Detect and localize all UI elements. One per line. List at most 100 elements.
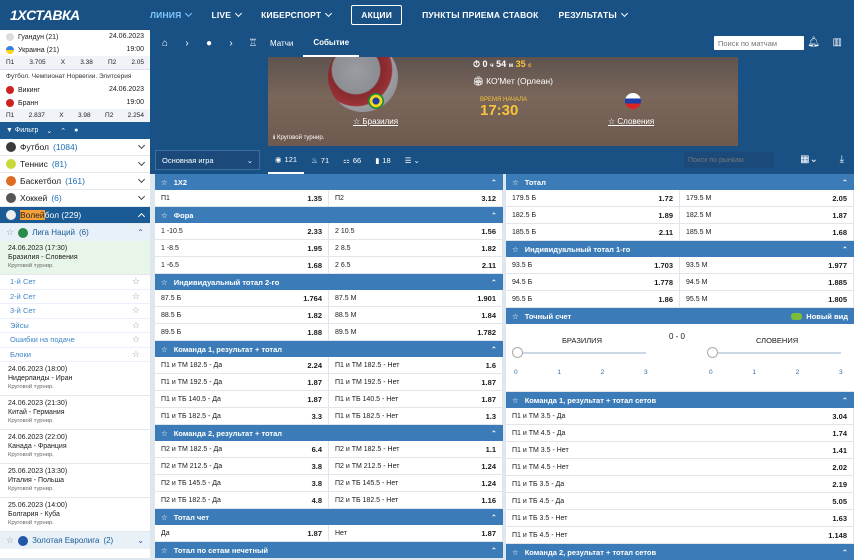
- mini-team[interactable]: Украина (21) 19:00: [0, 43, 150, 56]
- star-icon[interactable]: ☆: [132, 276, 140, 287]
- sport-item[interactable]: Баскетбол (161): [0, 173, 150, 190]
- odds-cell[interactable]: П1 и ТМ 182.5 - Нет 1.6: [329, 357, 503, 373]
- odds-cell[interactable]: 1 -6.5 1.68: [155, 257, 329, 273]
- team1-name[interactable]: ☆ Бразилия: [353, 117, 398, 126]
- odds-cell[interactable]: 179.5 М 2.05: [680, 190, 854, 206]
- sub-bet-item[interactable]: 1-й Сет ☆: [0, 275, 150, 290]
- star-icon[interactable]: ☆: [161, 513, 168, 522]
- odds-cell[interactable]: П1 и ТМ 4.5 - Да 1.74: [506, 425, 854, 441]
- odds-cell[interactable]: 94.5 М 1.885: [680, 274, 854, 290]
- stats-icon[interactable]: ▥: [833, 37, 842, 48]
- star-icon[interactable]: ☆: [512, 245, 519, 254]
- odd-value[interactable]: 2.254: [128, 112, 144, 119]
- odds-cell[interactable]: П2 и ТМ 182.5 - Да 6.4: [155, 441, 329, 457]
- star-icon[interactable]: ☆: [132, 305, 140, 316]
- chevron-up-icon[interactable]: ⌃: [491, 178, 497, 187]
- odds-cell[interactable]: 95.5 М 1.805: [680, 291, 854, 307]
- market-header[interactable]: ☆ Индивидуальный тотал 2-го ⌃: [155, 274, 503, 290]
- odds-cell[interactable]: П2 и ТМ 182.5 - Нет 1.1: [329, 441, 503, 457]
- star-icon[interactable]: ☆: [512, 396, 519, 405]
- chevron-up-icon[interactable]: ⌃: [842, 396, 848, 405]
- odd-value[interactable]: 2.05: [131, 59, 144, 66]
- odds-cell[interactable]: 179.5 Б 1.72: [506, 190, 680, 206]
- sub-bet-item[interactable]: Ошибки на подаче ☆: [0, 333, 150, 348]
- group-select[interactable]: Основная игра ⌄: [155, 150, 260, 170]
- search-matches-input[interactable]: [714, 36, 804, 50]
- star-icon[interactable]: ☆: [161, 429, 168, 438]
- sub-bet-item[interactable]: 2-й Сет ☆: [0, 290, 150, 304]
- collapse-icon[interactable]: ⌄: [46, 127, 52, 135]
- odds-cell[interactable]: Да 1.87: [155, 525, 329, 541]
- event-item[interactable]: 24.06.2023 (18:00) Нидерланды - Иран Круго…: [0, 362, 150, 396]
- event-item[interactable]: 25.06.2023 (14:00) Болгария - Куба Кругово…: [0, 498, 150, 532]
- odds-cell[interactable]: 87.5 М 1.901: [329, 290, 503, 306]
- odds-cell[interactable]: 89.5 М 1.782: [329, 324, 503, 340]
- odds-cell[interactable]: П2 и ТБ 145.5 - Да 3.8: [155, 475, 329, 491]
- star-icon[interactable]: ☆: [161, 278, 168, 287]
- team2-name[interactable]: ☆ Словения: [608, 117, 654, 126]
- trophy-icon[interactable]: ♖: [246, 38, 260, 49]
- star-icon[interactable]: ☆: [6, 227, 14, 238]
- star-icon[interactable]: ☆: [132, 349, 140, 360]
- odds-cell[interactable]: 93.5 Б 1.703: [506, 257, 680, 273]
- odds-cell[interactable]: 93.5 М 1.977: [680, 257, 854, 273]
- columns-icon[interactable]: ▦⌄: [800, 154, 818, 165]
- filter-icon[interactable]: ▼ Фильтр: [6, 127, 38, 134]
- filter-popular[interactable]: ♨ 71: [304, 146, 336, 174]
- market-header[interactable]: ☆ Тотал чет ⌃: [155, 509, 503, 525]
- mini-team[interactable]: Викинг 24.06.2023: [0, 83, 150, 96]
- odds-cell[interactable]: П1 и ТБ 182.5 - Нет 1.3: [329, 408, 503, 424]
- nav-item-1[interactable]: LIVE: [201, 0, 251, 30]
- filter-stats[interactable]: ▮ 18: [368, 146, 397, 174]
- tab-matches[interactable]: Матчи: [260, 30, 303, 57]
- filter-sets[interactable]: ⚏ 66: [336, 146, 368, 174]
- odds-cell[interactable]: 182.5 Б 1.89: [506, 207, 680, 223]
- star-icon[interactable]: ☆: [161, 546, 168, 555]
- market-header[interactable]: ☆ Команда 2, результат + тотал ⌃: [155, 425, 503, 441]
- chevron-up-icon[interactable]: ⌃: [491, 513, 497, 522]
- odds-cell[interactable]: П1 и ТМ 3.5 - Да 3.04: [506, 408, 854, 424]
- filter-bar[interactable]: ▼ Фильтр ⌄ ⌃ ●: [0, 122, 150, 139]
- odds-cell[interactable]: 88.5 М 1.84: [329, 307, 503, 323]
- market-header[interactable]: ☆ 1X2 ⌃: [155, 174, 503, 190]
- sport-volleyball[interactable]: Волейбол (229): [0, 207, 150, 224]
- sub-bet-item[interactable]: 3-й Сет ☆: [0, 304, 150, 319]
- odds-cell[interactable]: П1 и ТМ 192.5 - Да 1.87: [155, 374, 329, 390]
- market-header[interactable]: ☆ Точный счет Новый вид: [506, 308, 854, 324]
- odds-cell[interactable]: П2 и ТМ 212.5 - Нет 1.24: [329, 458, 503, 474]
- new-view-toggle[interactable]: Новый вид: [791, 312, 848, 321]
- odds-cell[interactable]: П1 и ТБ 3.5 - Нет 1.63: [506, 510, 854, 526]
- nav-item-2[interactable]: КИБЕРСПОРТ: [251, 0, 341, 30]
- score-slider-knob[interactable]: [512, 347, 523, 358]
- event-item[interactable]: 24.06.2023 (22:00) Канада - Франция Кругов…: [0, 430, 150, 464]
- league-gold-euroleague[interactable]: ☆ Золотая Евролига (2) ⌄: [0, 532, 150, 549]
- mini-team[interactable]: Бранн 19:00: [0, 96, 150, 109]
- odds-cell[interactable]: П2 и ТБ 182.5 - Нет 1.16: [329, 492, 503, 508]
- odds-cell[interactable]: П1 и ТМ 192.5 - Нет 1.87: [329, 374, 503, 390]
- event-item[interactable]: 25.06.2023 (13:30) Италия - Польша Кругово…: [0, 464, 150, 498]
- odds-cell[interactable]: 87.5 Б 1.764: [155, 290, 329, 306]
- list-view-icon[interactable]: ☰ ⌄: [398, 146, 427, 174]
- odds-cell[interactable]: 94.5 Б 1.778: [506, 274, 680, 290]
- chevron-up-icon[interactable]: ⌃: [842, 178, 848, 187]
- chevron-up-icon[interactable]: ⌃: [491, 345, 497, 354]
- odds-cell[interactable]: 185.5 Б 2.11: [506, 224, 680, 240]
- odds-cell[interactable]: 1 -10.5 2.33: [155, 223, 329, 239]
- odds-cell[interactable]: П1 1.35: [155, 190, 329, 206]
- odds-cell[interactable]: 2 8.5 1.82: [329, 240, 503, 256]
- market-header[interactable]: ☆ Тотал по сетам нечетный ⌃: [155, 542, 503, 558]
- star-icon[interactable]: ☆: [161, 211, 168, 220]
- collapse-all-icon[interactable]: ⤓: [840, 154, 844, 165]
- search-markets-input[interactable]: [684, 152, 774, 168]
- odd-value[interactable]: 3.705: [29, 59, 45, 66]
- odd-value[interactable]: 3.38: [80, 59, 93, 66]
- odds-cell[interactable]: П1 и ТБ 182.5 - Да 3.3: [155, 408, 329, 424]
- odds-cell[interactable]: П1 и ТБ 3.5 - Да 2.19: [506, 476, 854, 492]
- star-icon[interactable]: ☆: [161, 345, 168, 354]
- nav-item-0[interactable]: ЛИНИЯ: [140, 0, 201, 30]
- odds-cell[interactable]: 182.5 М 1.87: [680, 207, 854, 223]
- sport-item[interactable]: Футбол (1084): [0, 139, 150, 156]
- league-nations[interactable]: ☆ Лига Наций (6) ⌃: [0, 224, 150, 241]
- star-icon[interactable]: ☆: [512, 312, 519, 321]
- odds-cell[interactable]: П2 и ТБ 182.5 - Да 4.8: [155, 492, 329, 508]
